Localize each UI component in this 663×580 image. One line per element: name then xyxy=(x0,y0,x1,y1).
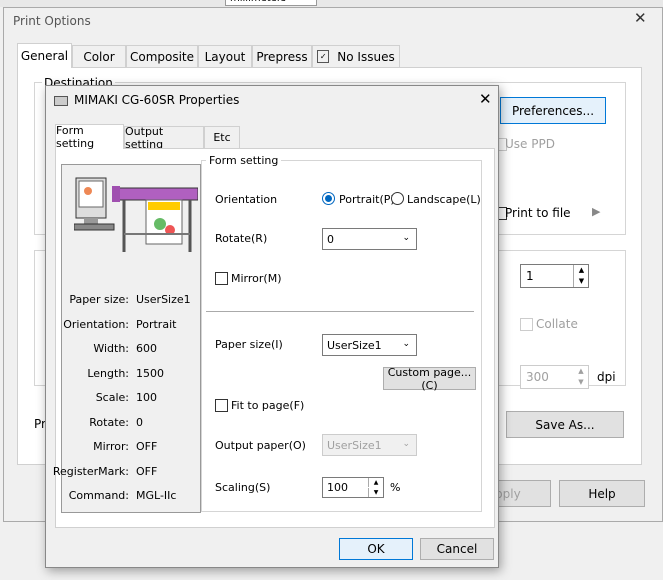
fit-to-page-label: Fit to page(F) xyxy=(231,399,305,412)
spin-up-icon[interactable]: ▲ xyxy=(368,478,383,487)
cancel-button[interactable]: Cancel xyxy=(420,538,494,560)
status-key: Paper size: xyxy=(69,293,129,306)
orientation-label: Orientation xyxy=(215,193,278,206)
collate-label: Collate xyxy=(536,317,578,331)
spin-down-icon[interactable]: ▼ xyxy=(368,488,383,497)
plotter-image xyxy=(73,174,199,254)
tab-general[interactable]: General xyxy=(17,43,72,68)
checklist-icon: ✓ xyxy=(317,50,330,63)
print-to-file-label: Print to file xyxy=(505,206,571,220)
mirror-checkbox[interactable] xyxy=(215,272,228,285)
chevron-down-icon: ⌄ xyxy=(402,339,410,349)
status-value: 100 xyxy=(136,391,157,404)
rotate-select[interactable]: 0 ⌄ xyxy=(322,228,417,250)
status-key: Command: xyxy=(68,489,129,502)
tab-output-setting[interactable]: Output setting xyxy=(124,125,204,151)
preferences-button[interactable]: Preferences... xyxy=(500,97,606,124)
status-value: Portrait xyxy=(136,317,177,331)
units-dropdown[interactable]: millimeters xyxy=(225,0,317,6)
status-key: Width: xyxy=(93,342,129,355)
use-ppd-label: Use PPD xyxy=(505,137,555,151)
background-toolbar: millimeters xyxy=(0,0,663,7)
scaling-spinner[interactable]: 100 ▲ ▼ xyxy=(322,477,384,498)
dpi-unit: dpi xyxy=(597,370,616,384)
tab-layout[interactable]: Layout xyxy=(198,45,252,67)
status-key: Orientation: xyxy=(63,317,129,331)
landscape-label: Landscape(L) xyxy=(407,193,481,206)
play-icon[interactable]: ▶ xyxy=(592,205,600,218)
status-value: UserSize1 xyxy=(136,293,191,306)
output-paper-label: Output paper(O) xyxy=(215,439,306,452)
status-value: OFF xyxy=(136,440,158,453)
paper-size-label: Paper size(I) xyxy=(215,338,283,351)
output-paper-select[interactable]: UserSize1 ⌄ xyxy=(322,434,417,456)
status-key: RegisterMark: xyxy=(52,464,129,478)
copies-spinner[interactable]: 1 ▲ ▼ xyxy=(520,264,589,288)
properties-title: MIMAKI CG-60SR Properties xyxy=(74,93,240,107)
rotate-label: Rotate(R) xyxy=(215,232,268,245)
help-button[interactable]: Help xyxy=(559,480,645,507)
fit-to-page-checkbox[interactable] xyxy=(215,399,228,412)
status-value: OFF xyxy=(136,464,158,478)
collate-checkbox[interactable] xyxy=(520,318,533,331)
divider xyxy=(206,311,474,312)
spin-down-icon[interactable]: ▼ xyxy=(573,276,589,287)
status-value: 1500 xyxy=(136,366,164,380)
form-setting-group-label: Form setting xyxy=(206,154,282,167)
save-as-button[interactable]: Save As... xyxy=(506,411,624,438)
status-value: 0 xyxy=(136,415,143,429)
printer-icon xyxy=(54,96,68,106)
ok-button[interactable]: OK xyxy=(339,538,413,560)
chevron-down-icon: ⌄ xyxy=(402,233,410,243)
landscape-radio[interactable] xyxy=(391,192,404,205)
custom-page-button[interactable]: Custom page...(C) xyxy=(383,366,476,392)
tab-form-setting[interactable]: Form setting xyxy=(55,124,124,150)
tab-composite[interactable]: Composite xyxy=(126,45,198,67)
status-value: MGL-IIc xyxy=(136,489,177,502)
spin-up-icon[interactable]: ▲ xyxy=(573,265,589,276)
tab-prepress[interactable]: Prepress xyxy=(252,45,312,67)
tab-no-issues[interactable]: ✓ No Issues xyxy=(312,45,400,67)
mirror-label: Mirror(M) xyxy=(231,272,282,285)
portrait-radio[interactable] xyxy=(322,192,335,205)
spin-down-icon[interactable]: ▼ xyxy=(573,377,589,388)
spin-up-icon[interactable]: ▲ xyxy=(573,366,589,377)
dpi-spinner[interactable]: 300 ▲ ▼ xyxy=(520,365,589,389)
paper-size-select[interactable]: UserSize1 ⌄ xyxy=(322,334,417,356)
chevron-down-icon: ⌄ xyxy=(402,439,410,449)
close-icon[interactable]: ✕ xyxy=(634,9,647,27)
status-value: 600 xyxy=(136,342,157,355)
scaling-label: Scaling(S) xyxy=(215,481,271,494)
status-key: Scale: xyxy=(95,391,129,404)
scaling-unit: % xyxy=(390,481,401,494)
tab-etc[interactable]: Etc xyxy=(204,126,240,148)
close-icon[interactable]: ✕ xyxy=(479,90,492,108)
status-key: Rotate: xyxy=(89,415,129,429)
apply-button[interactable]: pply xyxy=(490,480,551,507)
tab-color[interactable]: Color xyxy=(72,45,126,67)
status-key: Length: xyxy=(87,366,129,380)
print-options-title: Print Options xyxy=(13,14,91,28)
status-key: Mirror: xyxy=(93,440,129,453)
portrait-label: Portrait(P) xyxy=(339,193,395,206)
properties-dialog: MIMAKI CG-60SR Properties ✕ Form setting… xyxy=(45,85,499,568)
